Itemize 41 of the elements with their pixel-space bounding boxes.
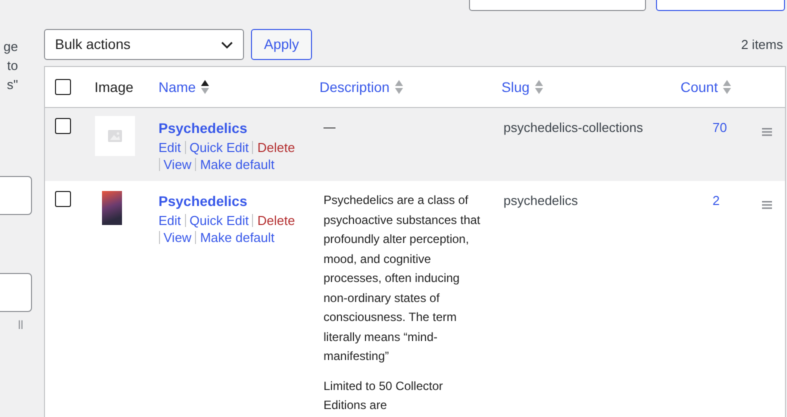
input-field[interactable] — [0, 176, 32, 215]
action-link[interactable]: Quick Edit — [190, 213, 249, 228]
column-header: Image — [94, 78, 134, 94]
item-total-link[interactable]: 70 — [712, 120, 727, 135]
label-text: s" — [6, 76, 18, 94]
column-header-link[interactable]: Slug — [502, 76, 544, 98]
slug-text: psychedelics — [504, 193, 578, 208]
chevron-down-icon — [221, 40, 233, 48]
input-field[interactable] — [0, 273, 32, 312]
apply-button[interactable]: Apply — [251, 29, 312, 60]
column-header-link[interactable]: Name — [158, 76, 210, 98]
column-header-link[interactable]: Count — [680, 76, 732, 98]
image-icon — [108, 130, 122, 142]
drag-handle-icon — [762, 200, 772, 209]
row-checkbox[interactable] — [55, 191, 71, 207]
select-all-checkbox[interactable] — [55, 79, 71, 95]
term-name-link[interactable]: Psychedelics — [158, 191, 248, 212]
action-link[interactable]: Edit — [158, 140, 181, 155]
drag-handle-icon — [762, 128, 772, 136]
delete-link[interactable]: Delete — [257, 213, 295, 228]
column-header-link[interactable]: Description — [320, 76, 404, 98]
bulk-actions-select[interactable]: Bulk actions — [44, 29, 244, 60]
delete-link[interactable]: Delete — [257, 140, 295, 155]
action-link[interactable]: Make default — [200, 157, 275, 172]
description-text: Limited to 50 Collector Editions are — [324, 378, 444, 414]
hint-text: ll — [18, 317, 24, 334]
description-text: Psychedelics are a class of psychoactive substances that profoundly alter perception, mood, and cognitive processes, often inducing non-ordinary states of consciousness. The term literally means “mind-manifesting” — [324, 192, 482, 365]
term-name-link[interactable]: Psychedelics — [158, 118, 248, 139]
item-count: 2 items — [741, 36, 784, 54]
photo-placeholder — [102, 191, 122, 225]
description-text: — — [324, 119, 336, 136]
label-text: ge — [4, 38, 18, 56]
action-link[interactable]: Make default — [200, 230, 275, 245]
label-text: to — [7, 57, 18, 75]
action-link[interactable]: Quick Edit — [190, 140, 249, 155]
action-link[interactable]: Edit — [158, 213, 181, 228]
action-link[interactable]: View — [164, 157, 192, 172]
slug-text: psychedelics-collections — [504, 120, 643, 135]
row-checkbox[interactable] — [55, 118, 71, 134]
action-link[interactable]: View — [164, 230, 192, 245]
item-total-link[interactable]: 2 — [712, 193, 720, 208]
